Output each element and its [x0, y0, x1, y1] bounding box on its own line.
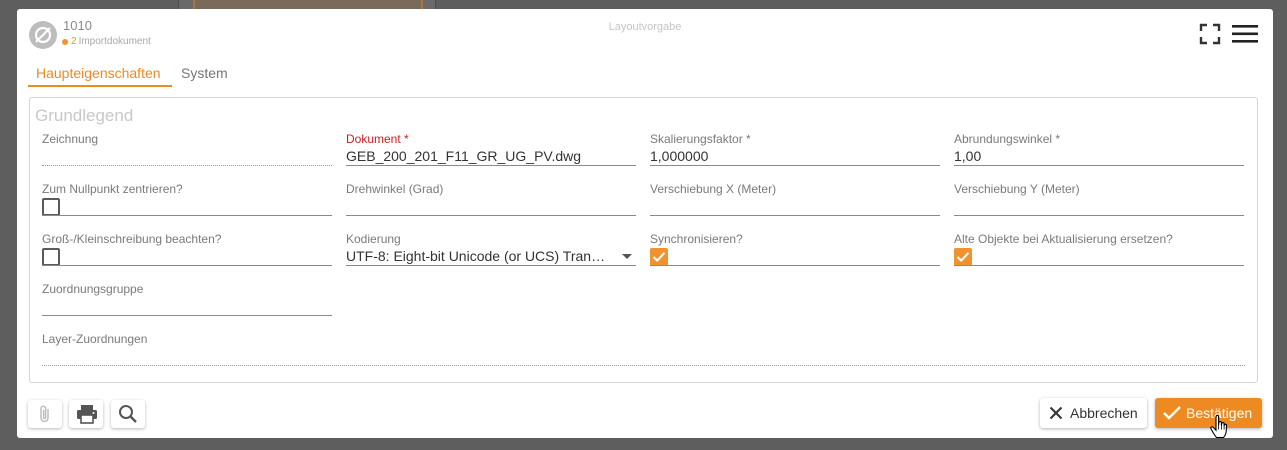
active-tab-indicator: [28, 85, 172, 87]
record-type: Importdokument: [78, 36, 151, 47]
field-label: Alte Objekte bei Aktualisierung ersetzen…: [954, 232, 1173, 246]
field-label: Layer-Zuordnungen: [42, 332, 148, 346]
field-label: Zeichnung: [42, 132, 99, 146]
status-dot: [62, 38, 68, 45]
field-label: Dokument *: [346, 132, 409, 146]
badge-count: 2: [71, 36, 77, 47]
field-value: 1,00: [954, 148, 982, 164]
record-subtitle: 2 Importdokument: [62, 36, 151, 47]
chevron-down-icon[interactable]: [622, 254, 632, 259]
tab-system[interactable]: System: [181, 65, 228, 81]
field-label: Zum Nullpunkt zentrieren?: [42, 182, 183, 196]
attachment-button[interactable]: [28, 400, 62, 428]
field-label: Skalierungsfaktor *: [650, 132, 751, 146]
group-legend: Grundlegend: [35, 106, 134, 125]
hamburger-menu-icon[interactable]: [1231, 23, 1259, 45]
alte-objekte-checkbox[interactable]: [954, 248, 972, 266]
cancel-button[interactable]: Abbrechen: [1040, 398, 1147, 428]
tab-haupteigenschaften[interactable]: Haupteigenschaften: [36, 65, 161, 81]
fullscreen-icon[interactable]: [1199, 23, 1221, 45]
paperclip-icon: [40, 405, 49, 423]
confirm-button[interactable]: Bestätigen: [1155, 398, 1262, 428]
field-label: Verschiebung X (Meter): [650, 182, 777, 196]
field-value: GEB_200_201_F11_GR_UG_PV.dwg: [346, 148, 582, 164]
field-label: Drehwinkel (Grad): [346, 182, 444, 196]
checkmark-icon: [1163, 406, 1181, 420]
nullpunkt-checkbox[interactable]: [42, 198, 60, 216]
search-button[interactable]: [111, 400, 145, 428]
printer-icon: [77, 405, 97, 424]
synchronisieren-checkbox[interactable]: [650, 248, 668, 266]
print-button[interactable]: [69, 400, 103, 428]
field-label: Synchronisieren?: [650, 232, 743, 246]
properties-dialog: 1010 2 Importdokument Layoutvorgabe Haup…: [17, 9, 1273, 439]
field-label: Abrundungswinkel *: [954, 132, 1061, 146]
kodierung-select-value: UTF-8: Eight-bit Unicode (or UCS) Transf…: [346, 248, 612, 264]
field-label: Verschiebung Y (Meter): [954, 182, 1080, 196]
gross-klein-checkbox[interactable]: [42, 248, 60, 266]
field-label: Zuordnungsgruppe: [42, 282, 144, 296]
field-label: Groß-/Kleinschreibung beachten?: [42, 232, 222, 246]
search-icon: [119, 405, 137, 423]
close-icon: [1049, 406, 1063, 420]
background-window-edge: [178, 0, 436, 9]
cancel-label: Abbrechen: [1070, 405, 1138, 421]
field-label: Kodierung: [346, 232, 401, 246]
dialog-title: Layoutvorgabe: [608, 21, 682, 33]
field-value: 1,000000: [650, 148, 709, 164]
hand-cursor-icon: [1210, 414, 1228, 444]
